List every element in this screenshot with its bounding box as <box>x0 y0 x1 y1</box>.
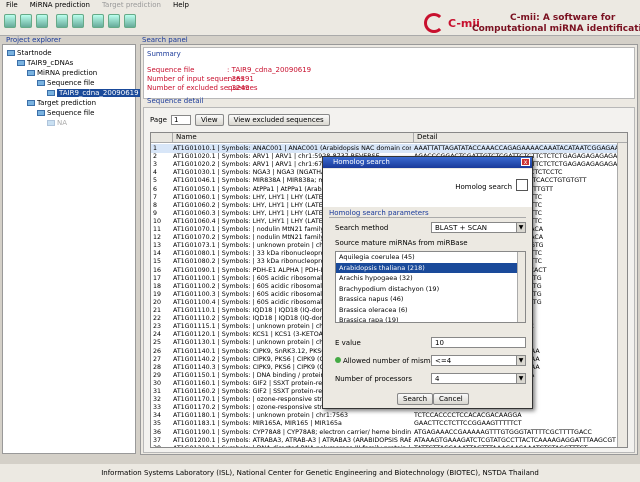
summary-row: Sequence file: TAIR9_cdna_20090619 <box>147 66 312 74</box>
col-index <box>151 133 173 143</box>
close-icon[interactable]: x <box>521 158 530 166</box>
page-label: Page <box>150 116 167 124</box>
summary-title: Summary <box>147 50 181 58</box>
homolog-search-dialog: Homolog search x Homolog search Homolog s… <box>322 156 533 409</box>
tree-target-sequence-file[interactable]: Sequence file <box>37 109 94 117</box>
species-item[interactable]: Aquilegia coerulea (45) <box>336 252 525 263</box>
menu-mirna-prediction[interactable]: MiRNA prediction <box>30 1 90 9</box>
cancel-button[interactable]: Cancel <box>433 393 469 405</box>
dialog-section-title: Homolog search parameters <box>329 209 429 217</box>
folder-icon <box>7 50 15 56</box>
folder-icon <box>37 80 45 86</box>
search-panel-title: Search panel <box>142 36 188 44</box>
search-button[interactable]: Search <box>397 393 434 405</box>
menu-target-prediction[interactable]: Target prediction <box>102 1 161 9</box>
dialog-header-text: Homolog search <box>455 183 512 191</box>
dialog-title: Homolog search <box>333 158 390 166</box>
project-tree: Startnode TAIR9_cDNAs MiRNA prediction S… <box>2 44 141 454</box>
folder-icon <box>37 110 45 116</box>
search-method-label: Search method <box>335 224 389 232</box>
file-icon <box>47 90 55 96</box>
species-item[interactable]: Brassica rapa (19) <box>336 315 525 322</box>
menu-file[interactable]: File <box>6 1 18 9</box>
list-scrollbar[interactable] <box>517 252 525 322</box>
tree-target-prediction[interactable]: Target prediction <box>27 99 96 107</box>
folder-icon <box>27 70 35 76</box>
search-icon <box>516 179 528 191</box>
chevron-down-icon: ▼ <box>516 374 525 383</box>
project-explorer-title: Project explorer <box>6 36 62 44</box>
sequence-detail-title: Sequence detail <box>147 97 204 105</box>
species-item[interactable]: Brassica napus (46) <box>336 294 525 305</box>
col-name[interactable]: Name <box>173 133 414 143</box>
divider <box>329 217 526 218</box>
export-icon[interactable] <box>92 14 104 28</box>
app-logo: C-mii C-mii: A software for Computationa… <box>420 11 640 36</box>
report-icon[interactable] <box>108 14 120 28</box>
mismatch-select[interactable]: <=4 ▼ <box>431 355 526 366</box>
menu-help[interactable]: Help <box>173 1 189 9</box>
tree-selected-file[interactable]: TAIR9_cdna_20090619 <box>47 89 141 97</box>
table-scrollbar[interactable] <box>617 143 627 447</box>
processors-label: Number of processors <box>335 375 413 383</box>
tree-mirna-prediction[interactable]: MiRNA prediction <box>27 69 97 77</box>
info-icon <box>335 357 341 363</box>
summary-box: Summary Sequence file: TAIR9_cdna_200906… <box>143 47 635 99</box>
table-row[interactable]: 38AT1G01210.1 | Symbols: | DNA-directed … <box>151 444 627 447</box>
view-icon[interactable] <box>72 14 84 28</box>
pagination-bar: Page 1 View View excluded sequences <box>150 114 330 126</box>
search-method-select[interactable]: BLAST + SCAN ▼ <box>431 222 526 233</box>
status-bar: Information Systems Laboratory (ISL), Na… <box>0 464 640 482</box>
chevron-down-icon: ▼ <box>516 356 525 365</box>
folder-icon <box>17 60 25 66</box>
logo-line2: Computational miRNA identification <box>472 24 640 34</box>
summary-row: Number of input sequences: 36391 <box>147 75 254 83</box>
evalue-label: E value <box>335 339 361 347</box>
menu-bar: File MiRNA prediction Target prediction … <box>0 0 640 10</box>
tree-tair9-cdnas[interactable]: TAIR9_cDNAs <box>17 59 73 67</box>
tree-startnode[interactable]: Startnode <box>7 49 52 57</box>
new-icon[interactable] <box>4 14 16 28</box>
species-list[interactable]: Aquilegia coerulea (45) Arabidopsis thali… <box>335 251 526 323</box>
dialog-header: Homolog search <box>323 169 532 207</box>
view-excluded-button[interactable]: View excluded sequences <box>227 114 330 126</box>
page-select[interactable]: 1 <box>170 115 191 125</box>
logo-line1: C-mii: A software for <box>510 13 616 23</box>
settings-icon[interactable] <box>124 14 136 28</box>
tree-sequence-file[interactable]: Sequence file <box>37 79 94 87</box>
source-label: Source mature miRNAs from miRBase <box>335 239 468 247</box>
view-button[interactable]: View <box>194 114 224 126</box>
save-icon[interactable] <box>36 14 48 28</box>
summary-row: Number of excluded sequences: 3249 <box>147 84 258 92</box>
logo-ring-icon <box>424 13 444 33</box>
folder-icon <box>27 100 35 106</box>
run-icon[interactable] <box>56 14 68 28</box>
tree-na[interactable]: NA <box>47 119 67 127</box>
row-index: 38 <box>153 444 171 447</box>
open-icon[interactable] <box>20 14 32 28</box>
row-name: AT1G01210.1 | Symbols: | DNA-directed RN… <box>173 444 411 447</box>
species-item[interactable]: Arabidopsis thaliana (218) <box>336 262 525 273</box>
row-detail: TATTCTTACCAAATTAGTTTAAACAACAAATCTCTAGCTT… <box>414 444 626 447</box>
evalue-input[interactable]: 10 <box>431 337 526 348</box>
col-detail[interactable]: Detail <box>414 133 627 143</box>
file-icon <box>47 120 55 126</box>
chevron-down-icon: ▼ <box>516 223 525 232</box>
processors-select[interactable]: 4 ▼ <box>431 373 526 384</box>
species-item[interactable]: Brachypodium distachyon (19) <box>336 284 525 295</box>
species-item[interactable]: Arachis hypogaea (32) <box>336 273 525 284</box>
dialog-titlebar: Homolog search x <box>323 157 532 168</box>
species-item[interactable]: Brassica oleracea (6) <box>336 305 525 316</box>
